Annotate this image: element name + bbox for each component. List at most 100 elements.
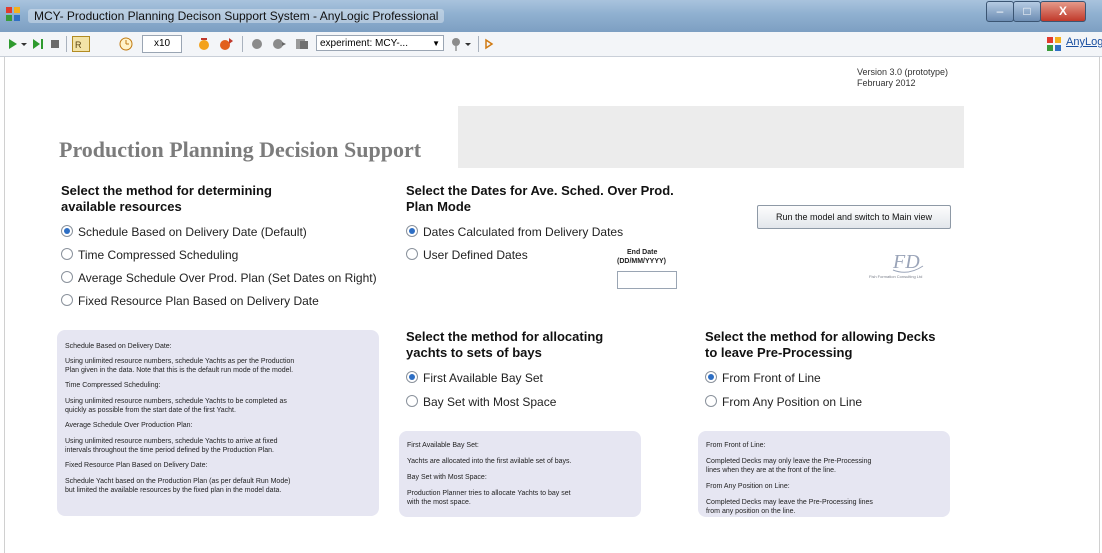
help-text: Bay Set with Most Space: [407, 474, 487, 481]
radio-selected-icon [61, 225, 73, 237]
radio-front-of-line[interactable]: From Front of Line [705, 370, 821, 386]
bays-heading-line: yachts to sets of bays [406, 345, 542, 360]
help-text: Schedule Yacht based on the Production P… [65, 478, 291, 485]
help-text: intervals throughout the time period def… [65, 447, 274, 454]
help-text: quickly as possible from the start date … [65, 407, 236, 414]
bays-help-panel: First Available Bay Set: Yachts are allo… [399, 431, 641, 517]
experiment-select[interactable]: experiment: MCY-... ▼ [316, 35, 444, 51]
dates-heading-line: Select the Dates for Ave. Sched. Over Pr… [406, 183, 674, 198]
radio-unselected-icon [61, 294, 73, 306]
fd-logo-icon: FD Fish Formation Consulting Ltd [869, 251, 924, 279]
speed-field[interactable]: x10 [142, 35, 182, 53]
run-icon[interactable] [8, 36, 18, 52]
stop-icon[interactable] [50, 36, 60, 52]
toolbar-separator [66, 36, 67, 52]
version-line: Version 3.0 (prototype) [857, 67, 949, 77]
company-logo: FD Fish Formation Consulting Ltd [863, 248, 947, 282]
toolbar-separator [478, 36, 479, 52]
model-settings-icon[interactable] [272, 36, 286, 52]
help-text: Using unlimited resource numbers, schedu… [65, 398, 287, 405]
radio-label: From Front of Line [722, 371, 821, 385]
help-text: Plan given in the data. Note that this i… [65, 367, 294, 374]
title-banner-panel [458, 106, 964, 168]
anylogic-logo-icon [1047, 37, 1061, 51]
radio-schedule-delivery-date[interactable]: Schedule Based on Delivery Date (Default… [61, 224, 307, 240]
help-text: Using unlimited resource numbers, schedu… [65, 438, 278, 445]
presentation-canvas: Version 3.0 (prototype) February 2012 Pr… [4, 57, 1100, 553]
bays-heading-line: Select the method for allocating [406, 329, 604, 344]
radio-label: Bay Set with Most Space [423, 395, 557, 409]
run-dropdown-icon[interactable] [20, 36, 28, 52]
decks-heading: Select the method for allowing Decks to … [705, 329, 935, 361]
radio-label: Schedule Based on Delivery Date (Default… [78, 225, 307, 239]
dates-heading: Select the Dates for Ave. Sched. Over Pr… [406, 183, 674, 215]
clock-icon[interactable] [118, 36, 134, 52]
resources-heading: Select the method for determining availa… [61, 183, 272, 215]
title-bar[interactable]: MCY- Production Planning Decison Support… [0, 0, 1102, 32]
speed-up-icon[interactable] [218, 36, 234, 52]
resources-heading-line: available resources [61, 199, 182, 214]
minimize-button[interactable]: – [986, 1, 1014, 22]
radio-any-position[interactable]: From Any Position on Line [705, 394, 862, 410]
step-icon[interactable] [32, 36, 44, 52]
help-text: Schedule Based on Delivery Date: [65, 343, 172, 350]
model-icon[interactable] [250, 36, 264, 52]
help-text: with the most space. [407, 499, 471, 506]
resources-heading-line: Select the method for determining [61, 183, 272, 198]
radio-most-space-bay[interactable]: Bay Set with Most Space [406, 394, 556, 410]
pin-icon[interactable] [450, 36, 462, 52]
next-icon[interactable] [484, 36, 494, 52]
radio-first-available-bay[interactable]: First Available Bay Set [406, 370, 543, 386]
help-text: from any position on the line. [706, 508, 796, 515]
end-date-label: End Date (DD/MM/YYYY) [617, 248, 666, 266]
realtime-mode-icon[interactable]: R [72, 36, 90, 52]
resources-help-panel: Schedule Based on Delivery Date: Using u… [57, 330, 379, 516]
radio-time-compressed[interactable]: Time Compressed Scheduling [61, 247, 238, 263]
help-text: First Available Bay Set: [407, 442, 479, 449]
radio-label: From Any Position on Line [722, 395, 863, 409]
version-info: Version 3.0 (prototype) February 2012 [857, 67, 948, 89]
pin-dropdown-icon[interactable] [464, 36, 472, 52]
radio-label: Time Compressed Scheduling [78, 248, 239, 262]
radio-label: Average Schedule Over Prod. Plan (Set Da… [78, 271, 377, 285]
dates-heading-line: Plan Mode [406, 199, 472, 214]
experiment-select-value: experiment: MCY-... [320, 38, 408, 49]
radio-label: User Defined Dates [423, 248, 528, 262]
anylogic-app-icon [6, 7, 20, 21]
radio-unselected-icon [406, 248, 418, 260]
help-text: but limited the available resources by t… [65, 487, 282, 494]
maximize-button[interactable]: □ [1013, 1, 1041, 22]
help-text: lines when they are at the front of the … [706, 467, 836, 474]
close-button[interactable]: X [1040, 1, 1086, 22]
page-title: Production Planning Decision Support [59, 137, 422, 162]
application-window: MCY- Production Planning Decison Support… [0, 0, 1102, 553]
slow-down-icon[interactable] [196, 36, 212, 52]
help-text: Production Planner tries to allocate Yac… [407, 490, 571, 497]
radio-user-defined-dates[interactable]: User Defined Dates [406, 247, 528, 263]
radio-unselected-icon [61, 271, 73, 283]
help-text: Completed Decks may only leave the Pre-P… [706, 458, 872, 465]
radio-unselected-icon [406, 395, 418, 407]
svg-text:R: R [75, 40, 82, 50]
help-text: Completed Decks may leave the Pre-Proces… [706, 499, 873, 506]
toolbar: R x10 experiment: MCY-... ▼ AnyLogic [0, 32, 1102, 57]
radio-dates-from-delivery[interactable]: Dates Calculated from Delivery Dates [406, 224, 623, 240]
help-text: Time Compressed Scheduling: [65, 382, 161, 389]
radio-fixed-resource-plan[interactable]: Fixed Resource Plan Based on Delivery Da… [61, 293, 319, 309]
help-text: Yachts are allocated into the first avil… [407, 458, 572, 465]
radio-label: Dates Calculated from Delivery Dates [423, 225, 624, 239]
decks-help-panel: From Front of Line: Completed Decks may … [698, 431, 950, 517]
anylogic-link[interactable]: AnyLogic [1066, 36, 1102, 48]
radio-unselected-icon [61, 248, 73, 260]
radio-selected-icon [406, 225, 418, 237]
radio-average-schedule[interactable]: Average Schedule Over Prod. Plan (Set Da… [61, 270, 377, 286]
end-date-label-line: End Date [627, 249, 658, 256]
experiment-icon[interactable] [294, 36, 310, 52]
version-date: February 2012 [857, 78, 916, 88]
end-date-input[interactable] [617, 271, 677, 289]
help-text: Fixed Resource Plan Based on Delivery Da… [65, 462, 208, 469]
radio-selected-icon [406, 371, 418, 383]
help-text: From Any Position on Line: [706, 483, 790, 490]
help-text: Using unlimited resource numbers, schedu… [65, 358, 295, 365]
run-model-button[interactable]: Run the model and switch to Main view [757, 205, 951, 229]
